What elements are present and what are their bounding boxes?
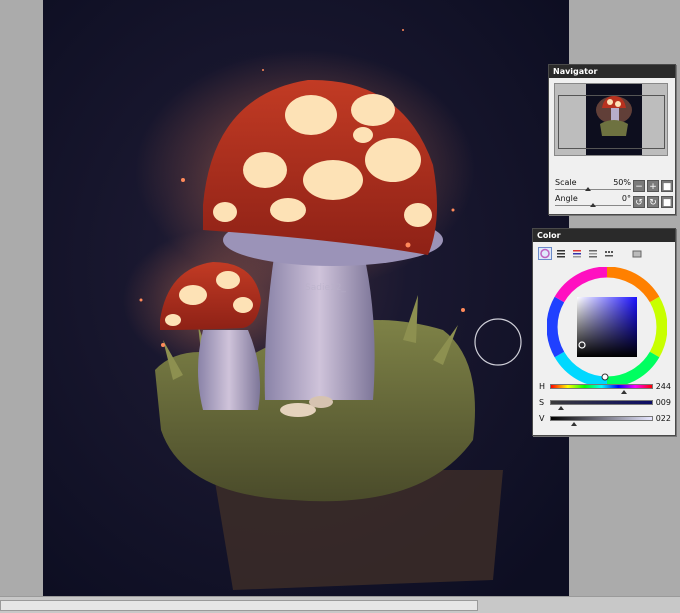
angle-value: 0° (621, 194, 631, 203)
angle-slider-knob[interactable] (590, 203, 596, 207)
saturation-slider[interactable]: S 009 (537, 397, 671, 411)
value-slider-knob[interactable] (571, 422, 577, 426)
hue-picker-knob (601, 373, 609, 381)
watermark-text: Sadie12_ (305, 283, 346, 293)
navigator-preview[interactable] (554, 83, 668, 156)
scale-slider-knob[interactable] (585, 187, 591, 191)
value-label: V (539, 414, 545, 423)
color-panel: Color H 244 S 009 V 022 (532, 228, 676, 436)
horizontal-scrollbar[interactable] (0, 596, 680, 613)
color-wheel-mode-icon[interactable] (538, 247, 552, 260)
hue-value: 244 (655, 382, 671, 391)
navigator-view-frame[interactable] (558, 95, 665, 149)
angle-slider[interactable]: Angle 0° (555, 194, 631, 208)
navigator-panel: Navigator Scale 50% Angle 0° − + ■ ↺ ↻ ■ (548, 64, 676, 215)
saturation-slider-knob[interactable] (558, 406, 564, 410)
scale-label: Scale (555, 178, 577, 187)
mixer-mode-icon[interactable] (586, 247, 600, 260)
artwork-canvas[interactable]: Sadie12_ (43, 0, 569, 596)
value-value: 022 (655, 414, 671, 423)
hue-wheel[interactable] (546, 266, 668, 388)
hue-slider[interactable]: H 244 (537, 381, 671, 395)
zoom-in-button[interactable]: + (647, 180, 659, 192)
hsv-sliders-mode-icon[interactable] (570, 247, 584, 260)
hue-label: H (539, 382, 546, 391)
value-slider[interactable]: V 022 (537, 413, 671, 427)
scale-slider[interactable]: Scale 50% (555, 178, 631, 192)
rotate-reset-button[interactable]: ■ (661, 196, 673, 208)
hue-slider-knob[interactable] (621, 390, 627, 394)
color-history-icon[interactable] (630, 247, 644, 260)
color-mode-toolbar (538, 247, 648, 261)
saturation-label: S (539, 398, 545, 407)
rgb-sliders-mode-icon[interactable] (554, 247, 568, 260)
saturation-value: 009 (655, 398, 671, 407)
navigator-title[interactable]: Navigator (549, 65, 675, 78)
scrollbar-thumb[interactable] (0, 600, 478, 611)
mushroom-painting: Sadie12_ (43, 0, 569, 596)
swatches-mode-icon[interactable] (602, 247, 616, 260)
rotate-left-button[interactable]: ↺ (633, 196, 645, 208)
color-title[interactable]: Color (533, 229, 675, 242)
zoom-reset-button[interactable]: ■ (661, 180, 673, 192)
scale-value: 50% (613, 178, 631, 187)
angle-label: Angle (555, 194, 578, 203)
zoom-out-button[interactable]: − (633, 180, 645, 192)
rotate-right-button[interactable]: ↻ (647, 196, 659, 208)
